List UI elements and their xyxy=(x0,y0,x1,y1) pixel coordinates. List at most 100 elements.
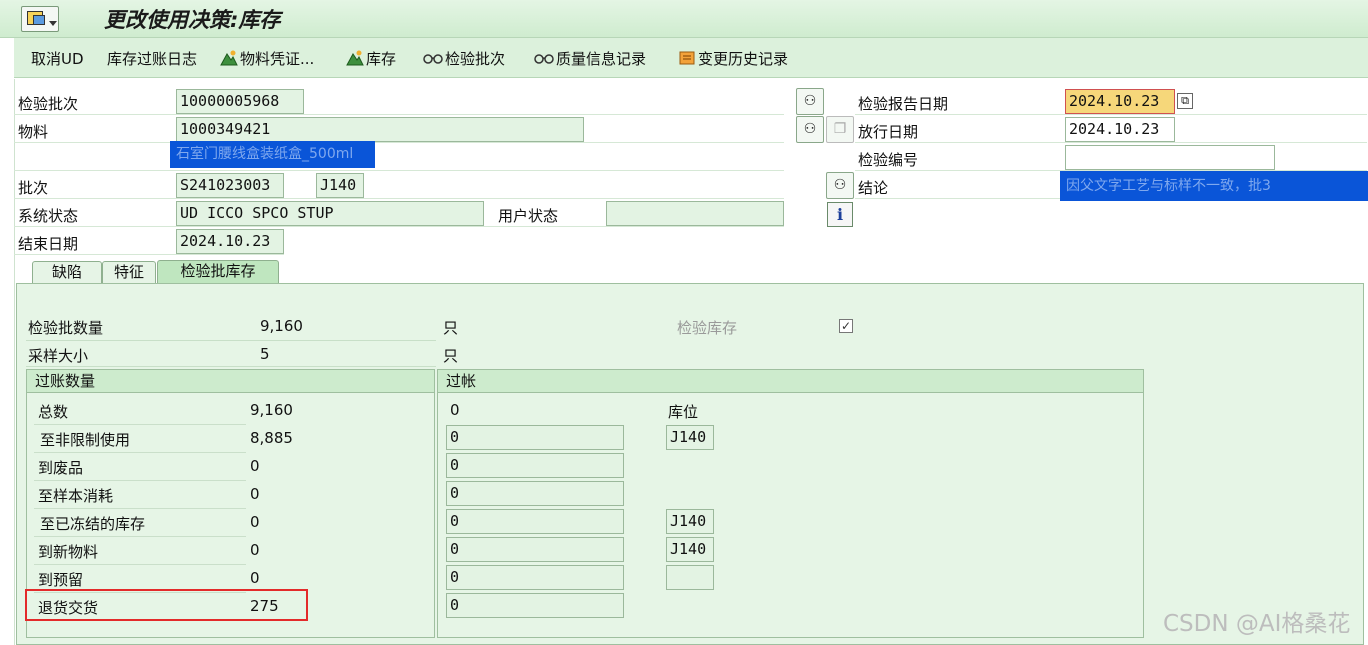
sloc-new-material-field[interactable]: J140 xyxy=(666,537,714,562)
scrap-label: 到废品 xyxy=(38,459,84,477)
inspection-no-field[interactable] xyxy=(1065,145,1275,170)
scrap-value: 0 xyxy=(250,457,260,475)
stock-label: 库存 xyxy=(366,50,397,68)
inspection-stock-checkbox[interactable]: ✓ xyxy=(839,319,853,333)
glasses-icon[interactable]: ⚇ xyxy=(796,116,824,143)
row-divider xyxy=(34,480,246,481)
sloc-blocked-field[interactable]: J140 xyxy=(666,509,714,534)
end-date-field[interactable]: 2024.10.23 xyxy=(176,229,284,254)
sample-size-value: 5 xyxy=(260,345,270,363)
change-history-label: 变更历史记录 xyxy=(698,50,789,68)
material-document-label: 物料凭证... xyxy=(240,50,315,68)
sample-size-label: 采样大小 xyxy=(28,347,89,365)
stock-posting-log-button[interactable]: 库存过账日志 xyxy=(107,48,197,69)
change-history-button[interactable]: 变更历史记录 xyxy=(678,48,788,71)
inspection-lot-button[interactable]: 检验批次 xyxy=(423,48,505,69)
quality-notification-button[interactable]: 质量信息记录 xyxy=(534,48,646,69)
posted-scrap-field[interactable]: 0 xyxy=(446,453,624,478)
conclusion-label: 结论 xyxy=(858,179,889,197)
reserve-value: 0 xyxy=(250,569,260,587)
mountain-icon xyxy=(346,49,364,71)
release-date-field[interactable]: 2024.10.23 xyxy=(1065,117,1175,142)
inspection-lot-label: 检验批次 xyxy=(18,95,79,113)
posting-qty-group-title: 过账数量 xyxy=(27,370,434,393)
row-divider xyxy=(26,340,436,341)
posted-return-field[interactable]: 0 xyxy=(446,593,624,618)
total-value: 9,160 xyxy=(250,401,293,419)
reserve-label: 到预留 xyxy=(38,571,84,589)
row-divider xyxy=(34,536,246,537)
unrestricted-value: 8,885 xyxy=(250,429,293,447)
row-divider xyxy=(34,424,246,425)
title-bar: 更改使用决策:库存 xyxy=(0,0,1368,38)
quality-notification-label: 质量信息记录 xyxy=(556,50,647,68)
report-date-field[interactable]: 2024.10.23 xyxy=(1065,89,1175,114)
new-material-value: 0 xyxy=(250,541,260,559)
lot-qty-value: 9,160 xyxy=(260,317,303,335)
mountain-icon xyxy=(220,49,238,71)
watermark: CSDN @AI格桑花 xyxy=(1163,611,1351,637)
scroll-icon xyxy=(678,49,696,71)
lot-qty-unit: 只 xyxy=(443,319,459,337)
batch-field[interactable]: S241023003 xyxy=(176,173,284,198)
chevron-down-icon xyxy=(49,21,57,26)
cancel-ud-button[interactable]: 取消UD xyxy=(31,48,84,69)
application-toolbar: 取消UD 库存过账日志 物料凭证... 库存 检验批次 质量信息记录 变更历史记… xyxy=(14,38,1368,78)
material-document-button[interactable]: 物料凭证... xyxy=(220,48,314,71)
row-divider xyxy=(34,508,246,509)
page-title: 更改使用决策:库存 xyxy=(104,8,281,32)
glasses-icon xyxy=(423,51,443,69)
unrestricted-label: 至非限制使用 xyxy=(40,431,131,449)
sample-usage-label: 至样本消耗 xyxy=(38,487,114,505)
posted-unrestricted-field[interactable]: 0 xyxy=(446,425,624,450)
cancel-ud-label: 取消UD xyxy=(31,50,84,68)
calendar-icon[interactable]: ⧉ xyxy=(1177,93,1193,109)
posted-blocked-field[interactable]: 0 xyxy=(446,509,624,534)
sample-usage-value: 0 xyxy=(250,485,260,503)
posted-total-value: 0 xyxy=(450,401,460,419)
row-divider xyxy=(34,452,246,453)
glasses-icon[interactable]: ⚇ xyxy=(826,172,854,199)
glasses-icon[interactable]: ⚇ xyxy=(796,88,824,115)
batch-label: 批次 xyxy=(18,179,49,197)
inspection-lot-field[interactable]: 10000005968 xyxy=(176,89,304,114)
highlight-box xyxy=(25,589,308,621)
posted-reserve-field[interactable]: 0 xyxy=(446,565,624,590)
conclusion-field[interactable]: 因父文字工艺与标样不一致，批3 xyxy=(1060,171,1368,201)
sloc-reserve-field[interactable] xyxy=(666,565,714,590)
material-description: 石室门腰线盒装纸盒_500ml xyxy=(170,141,375,168)
blocked-stock-label: 至已冻结的库存 xyxy=(40,515,146,533)
total-label: 总数 xyxy=(38,403,69,421)
inspection-no-label: 检验编号 xyxy=(858,151,919,169)
info-icon[interactable]: i xyxy=(827,202,853,227)
sloc-unrestricted-field[interactable]: J140 xyxy=(666,425,714,450)
stock-button[interactable]: 库存 xyxy=(346,48,396,71)
row-divider xyxy=(14,144,784,171)
posted-new-material-field[interactable]: 0 xyxy=(446,537,624,562)
tab-defects[interactable]: 缺陷 xyxy=(32,261,102,283)
material-field[interactable]: 1000349421 xyxy=(176,117,584,142)
lot-qty-label: 检验批数量 xyxy=(28,319,104,337)
user-status-label: 用户状态 xyxy=(498,207,559,225)
user-status-field[interactable] xyxy=(606,201,784,226)
tab-characteristics[interactable]: 特征 xyxy=(102,261,156,283)
menu-icon-overlay xyxy=(33,15,45,25)
copy-icon[interactable]: ❐ xyxy=(826,116,854,143)
material-label: 物料 xyxy=(18,123,49,141)
plant-field[interactable]: J140 xyxy=(316,173,364,198)
storage-location-label: 库位 xyxy=(668,403,699,421)
row-divider xyxy=(26,366,436,367)
blocked-stock-value: 0 xyxy=(250,513,260,531)
posted-group-title: 过帐 xyxy=(438,370,1143,393)
sample-size-unit: 只 xyxy=(443,347,459,365)
tab-lot-stock[interactable]: 检验批库存 xyxy=(157,260,279,283)
glasses-icon xyxy=(534,51,554,69)
system-menu-button[interactable] xyxy=(21,6,59,32)
row-divider xyxy=(14,172,784,199)
row-divider xyxy=(14,88,784,115)
posted-sample-field[interactable]: 0 xyxy=(446,481,624,506)
row-divider xyxy=(34,564,246,565)
release-date-label: 放行日期 xyxy=(858,123,919,141)
system-status-field[interactable]: UD ICCO SPCO STUP xyxy=(176,201,484,226)
new-material-label: 到新物料 xyxy=(38,543,99,561)
